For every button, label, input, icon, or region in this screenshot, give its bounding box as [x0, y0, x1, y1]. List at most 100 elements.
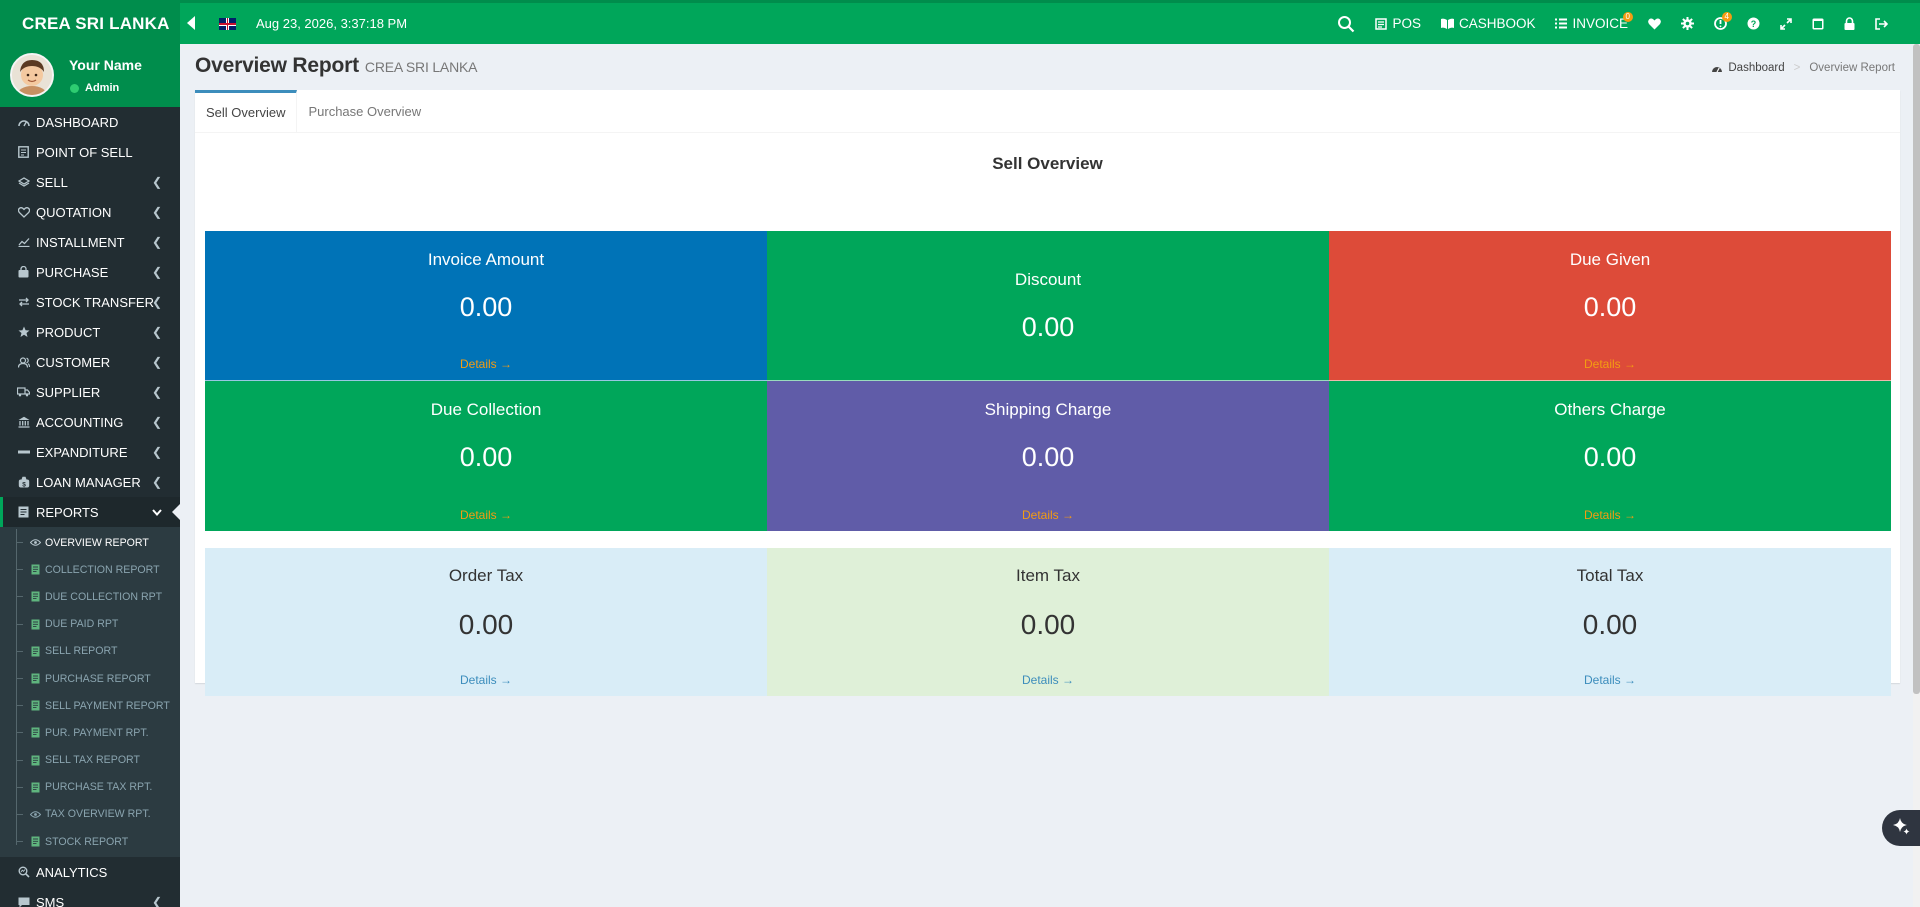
settings-button[interactable] — [1671, 3, 1704, 44]
sidebar-item-supplier[interactable]: SUPPLIER ❮ — [0, 377, 180, 407]
sidebar-item-installment[interactable]: INSTALLMENT ❮ — [0, 227, 180, 257]
details-link[interactable]: Details → — [205, 673, 767, 687]
brand-logo[interactable]: CREA SRI LANKA — [0, 3, 180, 44]
tab-purchase-overview[interactable]: Purchase Overview — [297, 90, 432, 133]
due-given-card: Due Given 0.00 Details → — [1329, 231, 1891, 381]
details-link[interactable]: Details → — [205, 357, 767, 371]
user-role: Admin — [70, 82, 119, 94]
shipping-charge-card: Shipping Charge 0.00 Details → — [767, 381, 1329, 531]
card-title: Order Tax — [448, 566, 524, 585]
sidebar-item-quotation[interactable]: QUOTATION ❮ — [0, 197, 180, 227]
search-button[interactable] — [1327, 3, 1365, 44]
eye-icon — [29, 537, 41, 549]
window-button[interactable] — [1802, 3, 1834, 44]
tree-branch — [16, 786, 23, 788]
file-icon — [29, 727, 41, 739]
file-icon — [29, 700, 41, 712]
sidebar-item-purchase[interactable]: PURCHASE ❮ — [0, 257, 180, 287]
heart-outline-icon — [17, 206, 30, 219]
details-link[interactable]: Details → — [205, 508, 767, 522]
sms-icon — [17, 896, 30, 907]
sidebar-item-label: INSTALLMENT — [36, 234, 125, 250]
sidebar-toggle-icon[interactable] — [186, 15, 200, 33]
submenu-item-label: TAX OVERVIEW RPT. — [45, 808, 151, 821]
uk-flag-icon[interactable] — [219, 18, 236, 30]
avatar[interactable] — [10, 53, 54, 97]
tab-sell-overview[interactable]: Sell Overview — [195, 90, 298, 133]
invoice-label: INVOICE — [1572, 16, 1628, 31]
sidebar-item-label: SUPPLIER — [36, 384, 101, 400]
sidebar-item-reports[interactable]: REPORTS — [0, 497, 180, 527]
chevron-left-icon: ❮ — [151, 415, 162, 429]
page-scrollbar[interactable] — [1913, 44, 1920, 907]
chevron-left-icon: ❮ — [151, 235, 162, 249]
details-link[interactable]: Details → — [1329, 673, 1891, 687]
details-link[interactable]: Details → — [767, 673, 1329, 687]
card-value: 0.00 — [1020, 609, 1076, 640]
sidebar-item-sms[interactable]: SMS ❮ — [0, 887, 180, 907]
alerts-button[interactable]: 4 — [1704, 3, 1737, 44]
submenu-item-pur-payment-rpt[interactable]: PUR. PAYMENT RPT. — [0, 719, 180, 746]
sidebar-item-dashboard[interactable]: DASHBOARD — [0, 107, 180, 137]
list-icon — [1555, 18, 1568, 29]
submenu-item-sell-tax-report[interactable]: SELL TAX REPORT — [0, 747, 180, 774]
window-icon — [1812, 18, 1824, 30]
scrollbar-thumb[interactable] — [1913, 44, 1920, 694]
submenu-item-purchase-report[interactable]: PURCHASE REPORT — [0, 665, 180, 692]
favorite-button[interactable] — [1638, 3, 1671, 44]
others-charge-card: Others Charge 0.00 Details → — [1329, 381, 1891, 531]
sidebar-item-accounting[interactable]: ACCOUNTING ❮ — [0, 407, 180, 437]
card-value: 0.00 — [458, 609, 514, 640]
breadcrumb-separator: > — [1793, 62, 1801, 74]
submenu-item-label: PURCHASE REPORT — [45, 672, 151, 685]
submenu-item-overview-report[interactable]: OVERVIEW REPORT — [0, 529, 180, 556]
details-link[interactable]: Details → — [1329, 357, 1891, 371]
breadcrumb-home-link[interactable]: Dashboard — [1728, 62, 1784, 74]
assistant-button[interactable] — [1882, 810, 1920, 846]
file-icon — [29, 781, 41, 793]
submenu-item-due-collection-rpt[interactable]: DUE COLLECTION RPT — [0, 583, 180, 610]
active-pointer — [172, 504, 180, 520]
sidebar-item-sell[interactable]: SELL ❮ — [0, 167, 180, 197]
breadcrumb: Dashboard > Overview Report — [1711, 62, 1895, 74]
dashboard-icon — [17, 116, 30, 129]
submenu-item-due-paid-rpt[interactable]: DUE PAID RPT — [0, 611, 180, 638]
submenu-item-stock-report[interactable]: STOCK REPORT — [0, 828, 180, 855]
sidebar-item-expanditure[interactable]: EXPANDITURE ❮ — [0, 437, 180, 467]
submenu-item-tax-overview-rpt[interactable]: TAX OVERVIEW RPT. — [0, 801, 180, 828]
submenu-item-label: SELL TAX REPORT — [45, 754, 140, 767]
submenu-item-collection-report[interactable]: COLLECTION REPORT — [0, 556, 180, 583]
sidebar-item-point-of-sell[interactable]: POINT OF SELL — [0, 137, 180, 167]
invoice-button[interactable]: INVOICE 0 — [1545, 3, 1638, 44]
tree-branch — [16, 732, 23, 734]
sidebar-item-product[interactable]: PRODUCT ❮ — [0, 317, 180, 347]
svg-text:$: $ — [22, 481, 26, 488]
main-content: Overview Report CREA SRI LANKA Dashboard … — [180, 44, 1913, 907]
chevron-left-icon: ❮ — [151, 205, 162, 219]
sidebar-item-analytics[interactable]: ANALYTICS — [0, 857, 180, 887]
details-link[interactable]: Details → — [1329, 508, 1891, 522]
chevron-left-icon: ❮ — [151, 895, 162, 907]
cashbook-button[interactable]: CASHBOOK — [1431, 3, 1546, 44]
chevron-left-icon: ❮ — [151, 385, 162, 399]
item-tax-card: Item Tax 0.00 Details → — [767, 548, 1329, 696]
submenu-item-label: PUR. PAYMENT RPT. — [45, 726, 149, 739]
lock-button[interactable] — [1834, 3, 1865, 44]
logout-button[interactable] — [1865, 3, 1898, 44]
help-button[interactable]: ? — [1737, 3, 1770, 44]
sidebar-item-customer[interactable]: CUSTOMER ❮ — [0, 347, 180, 377]
details-link[interactable]: Details → — [767, 508, 1329, 522]
chevron-left-icon: ❮ — [151, 445, 162, 459]
pos-button[interactable]: POS — [1365, 3, 1431, 44]
sidebar-item-loan-manager[interactable]: $ LOAN MANAGER ❮ — [0, 467, 180, 497]
chevron-left-icon: ❮ — [151, 475, 162, 489]
submenu-item-label: COLLECTION REPORT — [45, 563, 160, 576]
submenu-item-purchase-tax-rpt[interactable]: PURCHASE TAX RPT. — [0, 774, 180, 801]
submenu-item-sell-payment-report[interactable]: SELL PAYMENT REPORT — [0, 692, 180, 719]
report-tabs: Sell Overview Purchase Overview — [195, 90, 1900, 133]
fullscreen-button[interactable] — [1770, 3, 1802, 44]
sidebar-item-stock-transfer[interactable]: STOCK TRANSFER ❮ — [0, 287, 180, 317]
tree-branch — [16, 569, 23, 571]
card-value: 0.00 — [1021, 312, 1075, 342]
submenu-item-sell-report[interactable]: SELL REPORT — [0, 638, 180, 665]
